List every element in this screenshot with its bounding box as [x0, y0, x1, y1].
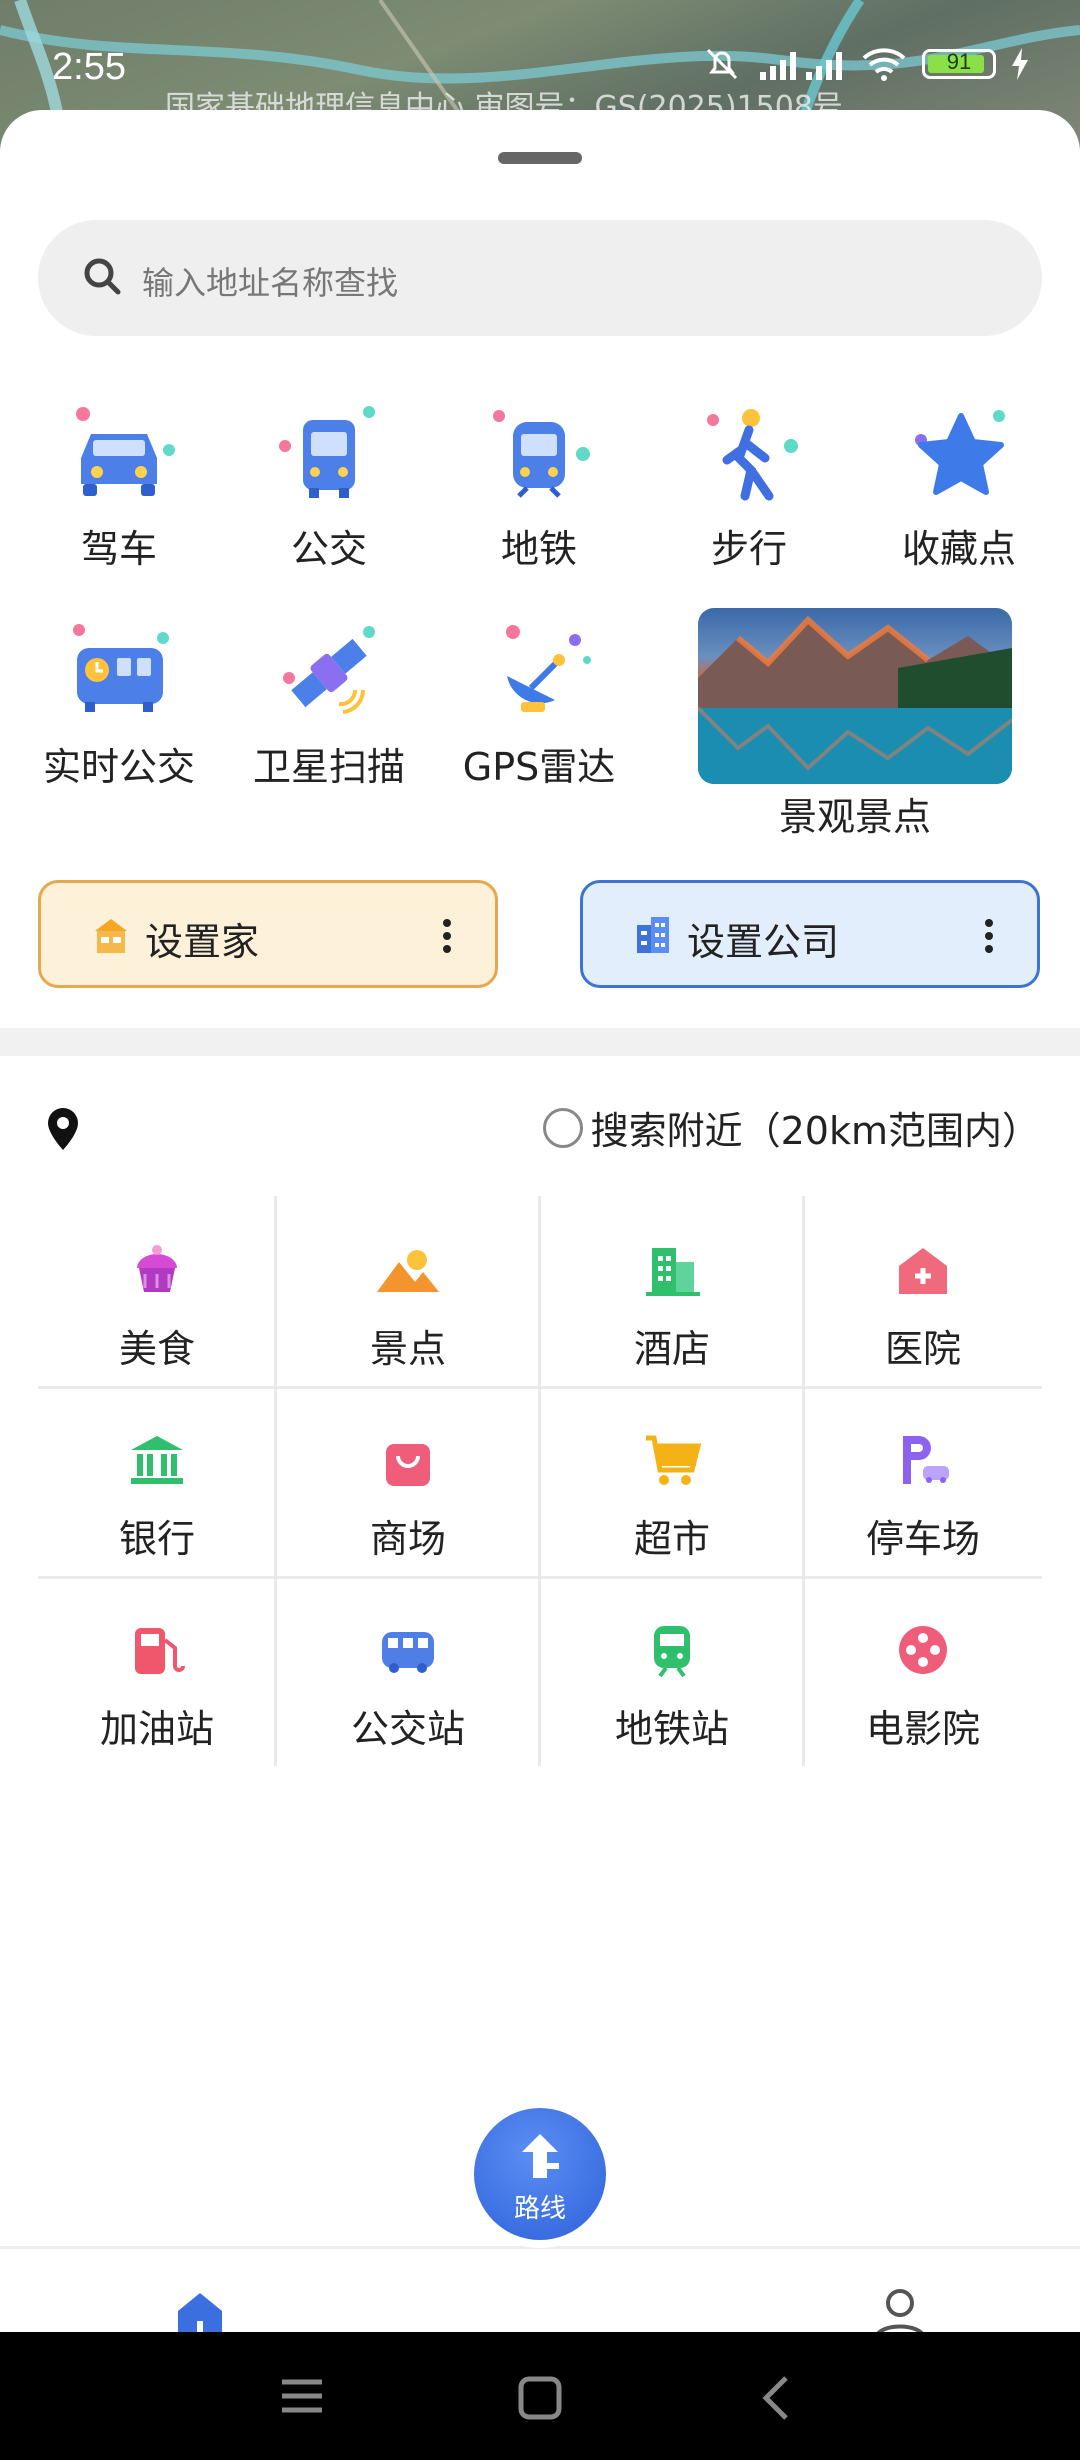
- status-time: 2:55: [52, 46, 126, 88]
- gas-station-icon: [38, 1590, 276, 1682]
- quick-walk[interactable]: 步行: [664, 400, 834, 573]
- radar-icon: [506, 625, 591, 712]
- mountain-icon: [276, 1210, 540, 1302]
- charging-icon: [1012, 48, 1028, 80]
- sheet-drag-handle[interactable]: [498, 152, 582, 164]
- mute-bell-icon: [706, 48, 738, 80]
- home-building-icon: [95, 919, 127, 953]
- category-item[interactable]: 加油站: [38, 1590, 276, 1780]
- category-item[interactable]: 地铁站: [540, 1590, 804, 1780]
- back-icon[interactable]: [760, 2374, 792, 2422]
- satellite-icon: [283, 626, 375, 714]
- quick-favorites[interactable]: 收藏点: [874, 400, 1044, 573]
- quick-label: 实时公交: [42, 745, 195, 789]
- car-icon: [76, 407, 175, 496]
- battery-icon: 91: [922, 49, 996, 79]
- home-square-icon[interactable]: [518, 2376, 562, 2420]
- cart-icon: [540, 1400, 804, 1492]
- category-label: 公交站: [350, 1707, 465, 1751]
- category-item[interactable]: 公交站: [276, 1590, 540, 1780]
- category-item[interactable]: 酒店: [540, 1210, 804, 1400]
- set-company-label: 设置公司: [687, 920, 840, 964]
- status-bar: 2:55 91: [0, 38, 1080, 98]
- scenic-image[interactable]: [698, 608, 1012, 784]
- category-label: 美食: [118, 1327, 195, 1371]
- office-building-icon: [637, 917, 669, 953]
- signal-icon: [760, 52, 842, 80]
- bus-stop-icon: [276, 1590, 540, 1682]
- quick-label: GPS雷达: [462, 745, 616, 789]
- category-label: 超市: [633, 1517, 710, 1561]
- category-label: 酒店: [633, 1327, 710, 1371]
- wifi-icon: [862, 48, 906, 81]
- category-item[interactable]: 商场: [276, 1400, 540, 1590]
- location-pin-icon: [48, 1108, 78, 1150]
- category-item[interactable]: 美食: [38, 1210, 276, 1400]
- shopping-bag-icon: [276, 1400, 540, 1492]
- nearby-radio[interactable]: [542, 1107, 583, 1148]
- route-button[interactable]: 路线: [474, 2108, 606, 2240]
- quick-gps-radar[interactable]: GPS雷达: [454, 618, 624, 791]
- system-navigation-bar: [0, 2332, 1080, 2460]
- quick-label: 地铁: [500, 527, 577, 571]
- metro-icon: [493, 410, 590, 498]
- bank-icon: [38, 1400, 276, 1492]
- nearby-label: 搜索附近（20km范围内）: [590, 1109, 1040, 1153]
- film-icon: [804, 1590, 1042, 1682]
- search-nearby-toggle[interactable]: 搜索附近（20km范围内）: [542, 1100, 1040, 1155]
- more-vertical-icon[interactable]: [443, 919, 451, 958]
- cake-icon: [38, 1210, 276, 1302]
- category-label: 电影院: [865, 1707, 980, 1751]
- category-label: 地铁站: [614, 1707, 729, 1751]
- section-divider: [0, 1028, 1080, 1056]
- search-icon: [84, 258, 121, 295]
- bottom-sheet: 输入地址名称查找 驾车 公交 地铁 步行 收藏点 实时公交 卫星扫描 GPS雷达…: [0, 110, 1080, 2445]
- category-item[interactable]: 景点: [276, 1210, 540, 1400]
- category-label: 景点: [369, 1327, 446, 1371]
- hospital-icon: [804, 1210, 1042, 1302]
- battery-level: 91: [946, 49, 972, 74]
- category-label: 医院: [884, 1327, 961, 1371]
- metro-station-icon: [540, 1590, 804, 1682]
- quick-realtime-bus[interactable]: 实时公交: [34, 618, 204, 791]
- search-input[interactable]: 输入地址名称查找: [38, 220, 1042, 336]
- route-arrow-icon: [522, 2134, 559, 2178]
- category-label: 加油站: [99, 1707, 214, 1751]
- set-company-button[interactable]: 设置公司: [580, 880, 1040, 988]
- category-item[interactable]: 停车场: [804, 1400, 1042, 1590]
- quick-bus[interactable]: 公交: [244, 400, 414, 573]
- quick-label: 公交: [290, 527, 367, 571]
- search-placeholder: 输入地址名称查找: [142, 264, 399, 302]
- hotel-icon: [540, 1210, 804, 1302]
- scenic-label: 景观景点: [778, 795, 931, 839]
- category-label: 银行: [118, 1517, 195, 1561]
- category-label: 商场: [369, 1517, 446, 1561]
- more-vertical-icon[interactable]: [985, 919, 993, 958]
- category-item[interactable]: 电影院: [804, 1590, 1042, 1780]
- quick-label: 收藏点: [901, 527, 1016, 571]
- star-icon: [915, 410, 1005, 495]
- parking-icon: [804, 1400, 1042, 1492]
- route-label: 路线: [513, 2194, 566, 2224]
- quick-satellite[interactable]: 卫星扫描: [244, 618, 414, 791]
- walk-icon: [707, 409, 798, 501]
- quick-label: 驾车: [80, 527, 157, 571]
- quick-metro[interactable]: 地铁: [454, 400, 624, 573]
- category-item[interactable]: 医院: [804, 1210, 1042, 1400]
- quick-drive[interactable]: 驾车: [34, 400, 204, 573]
- menu-icon[interactable]: [280, 2376, 324, 2416]
- category-item[interactable]: 银行: [38, 1400, 276, 1590]
- category-item[interactable]: 超市: [540, 1400, 804, 1590]
- quick-label: 卫星扫描: [252, 745, 405, 789]
- bus-icon: [279, 406, 375, 498]
- set-home-label: 设置家: [145, 920, 260, 964]
- quick-label: 步行: [710, 527, 787, 571]
- realtime-bus-icon: [73, 624, 169, 712]
- set-home-button[interactable]: 设置家: [38, 880, 498, 988]
- category-label: 停车场: [865, 1517, 980, 1561]
